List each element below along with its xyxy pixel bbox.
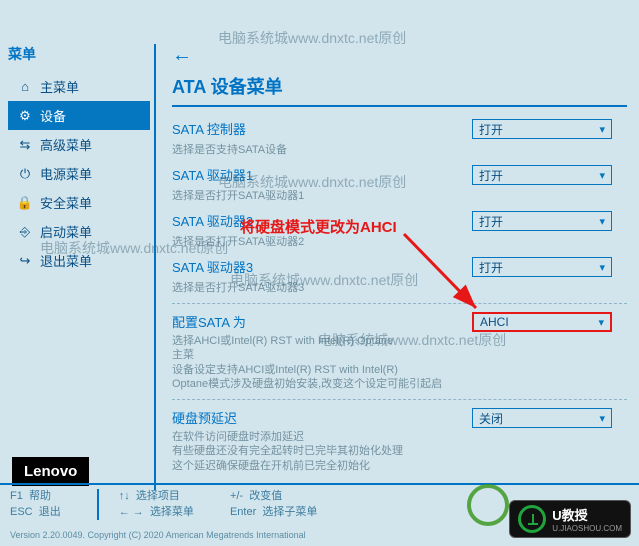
sidebar-item-label: 电源菜单 [40, 164, 92, 183]
gear-icon: ⚙ [16, 108, 34, 124]
sidebar-item-security[interactable]: 🔒 安全菜单 [8, 188, 150, 217]
sidebar: 菜单 ⌂ 主菜单 ⚙ 设备 ⇆ 高级菜单 ⏻ 电源菜单 🔒 安全菜单 ⎆ 启动菜… [0, 44, 150, 490]
lock-icon: 🔒 [16, 195, 34, 211]
hdd-predelay-select[interactable]: 关闭 ▾ [472, 408, 612, 428]
power-icon: ⏻ [16, 166, 34, 182]
badge-ring-icon [518, 505, 546, 533]
brand-logo: Lenovo [12, 457, 89, 486]
setting-desc: 选择是否打开SATA驱动器1 [172, 187, 472, 203]
sidebar-item-power[interactable]: ⏻ 电源菜单 [8, 159, 150, 188]
setting-label: 硬盘预延迟 [172, 408, 472, 427]
sidebar-item-advanced[interactable]: ⇆ 高级菜单 [8, 130, 150, 159]
sidebar-item-main[interactable]: ⌂ 主菜单 [8, 72, 150, 101]
sidebar-item-label: 高级菜单 [40, 135, 92, 154]
select-value: 打开 [479, 259, 503, 276]
back-button[interactable]: ← [172, 44, 627, 67]
sidebar-item-label: 主菜单 [40, 77, 79, 96]
decorative-ring-icon [467, 484, 509, 526]
configure-sata-select[interactable]: AHCI ▾ [472, 312, 612, 332]
sidebar-item-boot[interactable]: ⎆ 启动菜单 [8, 217, 150, 246]
chevron-down-icon: ▾ [598, 316, 604, 329]
setting-desc: 选择AHCI或Intel(R) RST with Intel(R) Optane… [172, 334, 472, 391]
setting-label: 配置SATA 为 [172, 312, 472, 331]
chevron-down-icon: ▾ [599, 169, 605, 182]
sata-drive3-select[interactable]: 打开 ▾ [472, 257, 612, 277]
setting-label: SATA 驱动器2 [172, 211, 472, 230]
divider [172, 399, 627, 400]
sliders-icon: ⇆ [16, 137, 34, 153]
setting-label: SATA 驱动器3 [172, 257, 472, 276]
sidebar-item-label: 退出菜单 [40, 251, 92, 270]
select-value: 打开 [479, 167, 503, 184]
setting-label: SATA 驱动器1 [172, 165, 472, 184]
chevron-down-icon: ▾ [599, 215, 605, 228]
setting-desc: 选择是否打开SATA驱动器2 [172, 233, 472, 249]
select-value: 打开 [479, 213, 503, 230]
page-title: ATA 设备菜单 [172, 73, 627, 107]
setting-desc: 选择是否支持SATA设备 [172, 141, 472, 157]
sidebar-item-exit[interactable]: ↪ 退出菜单 [8, 246, 150, 275]
setting-desc: 选择是否打开SATA驱动器3 [172, 279, 472, 295]
exit-icon: ↪ [16, 253, 34, 269]
sidebar-item-label: 安全菜单 [40, 193, 92, 212]
sata-controller-select[interactable]: 打开 ▾ [472, 119, 612, 139]
badge-text: U教授 [552, 505, 622, 524]
chevron-down-icon: ▾ [599, 261, 605, 274]
select-value: 打开 [479, 121, 503, 138]
boot-icon: ⎆ [16, 224, 34, 240]
divider [154, 44, 156, 490]
setting-label: SATA 控制器 [172, 119, 472, 138]
site-badge: U教授 U.JIAOSHOU.COM [509, 500, 631, 538]
divider [172, 303, 627, 304]
setting-desc: 在软件访问硬盘时添加延迟 有些硬盘还没有完全起转时已完毕其初始化处理 这个延迟确… [172, 430, 472, 473]
chevron-down-icon: ▾ [599, 412, 605, 425]
sidebar-item-devices[interactable]: ⚙ 设备 [8, 101, 150, 130]
main-panel: ← ATA 设备菜单 SATA 控制器 打开 ▾ 选择是否支持SATA设备 SA… [160, 44, 639, 490]
sata-drive1-select[interactable]: 打开 ▾ [472, 165, 612, 185]
sata-drive2-select[interactable]: 打开 ▾ [472, 211, 612, 231]
select-value: AHCI [480, 315, 509, 329]
select-value: 关闭 [479, 410, 503, 427]
badge-sub: U.JIAOSHOU.COM [552, 524, 622, 533]
chevron-down-icon: ▾ [599, 123, 605, 136]
sidebar-item-label: 启动菜单 [40, 222, 92, 241]
sidebar-title: 菜单 [8, 44, 150, 64]
home-icon: ⌂ [16, 79, 34, 94]
sidebar-item-label: 设备 [40, 106, 66, 125]
